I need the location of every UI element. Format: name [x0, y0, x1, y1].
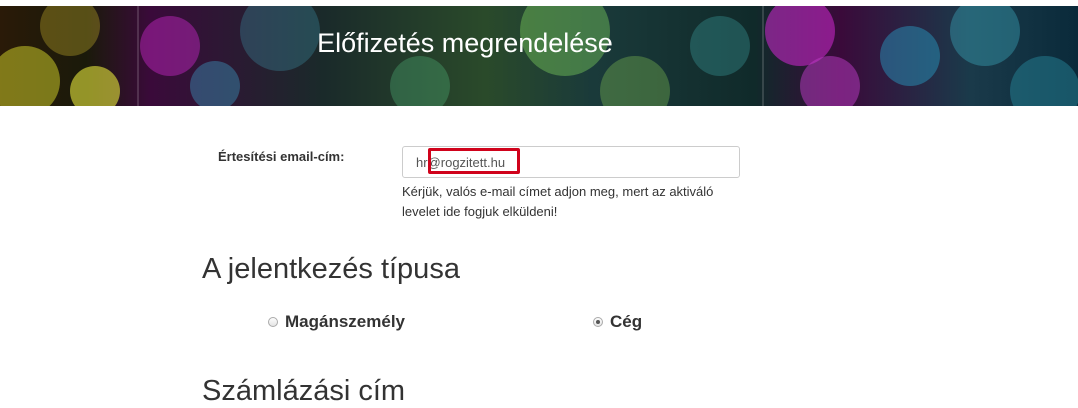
radio-label-private: Magánszemély [285, 312, 405, 331]
radio-option-company[interactable]: Cég [593, 312, 642, 332]
bokeh-decoration [950, 6, 1020, 66]
header-banner: Előfizetés megrendelése [0, 6, 1078, 106]
radio-button[interactable] [268, 317, 278, 327]
bokeh-decoration [70, 66, 120, 106]
email-label: Értesítési email-cím: [218, 149, 345, 164]
bokeh-decoration [600, 56, 670, 106]
billing-address-heading: Számlázási cím [202, 375, 406, 407]
radio-label-company: Cég [610, 312, 643, 331]
page-title: Előfizetés megrendelése [317, 28, 613, 58]
radio-option-private[interactable]: Magánszemély [268, 312, 405, 332]
bokeh-decoration [1010, 56, 1078, 106]
bokeh-decoration [390, 56, 450, 106]
registration-type-heading: A jelentkezés típusa [202, 253, 460, 285]
bokeh-decoration [800, 56, 860, 106]
email-field[interactable] [402, 146, 740, 178]
email-help-text: Kérjük, valós e-mail címet adjon meg, me… [402, 184, 714, 219]
bokeh-decoration [190, 61, 240, 106]
radio-button-checked[interactable] [593, 317, 603, 327]
